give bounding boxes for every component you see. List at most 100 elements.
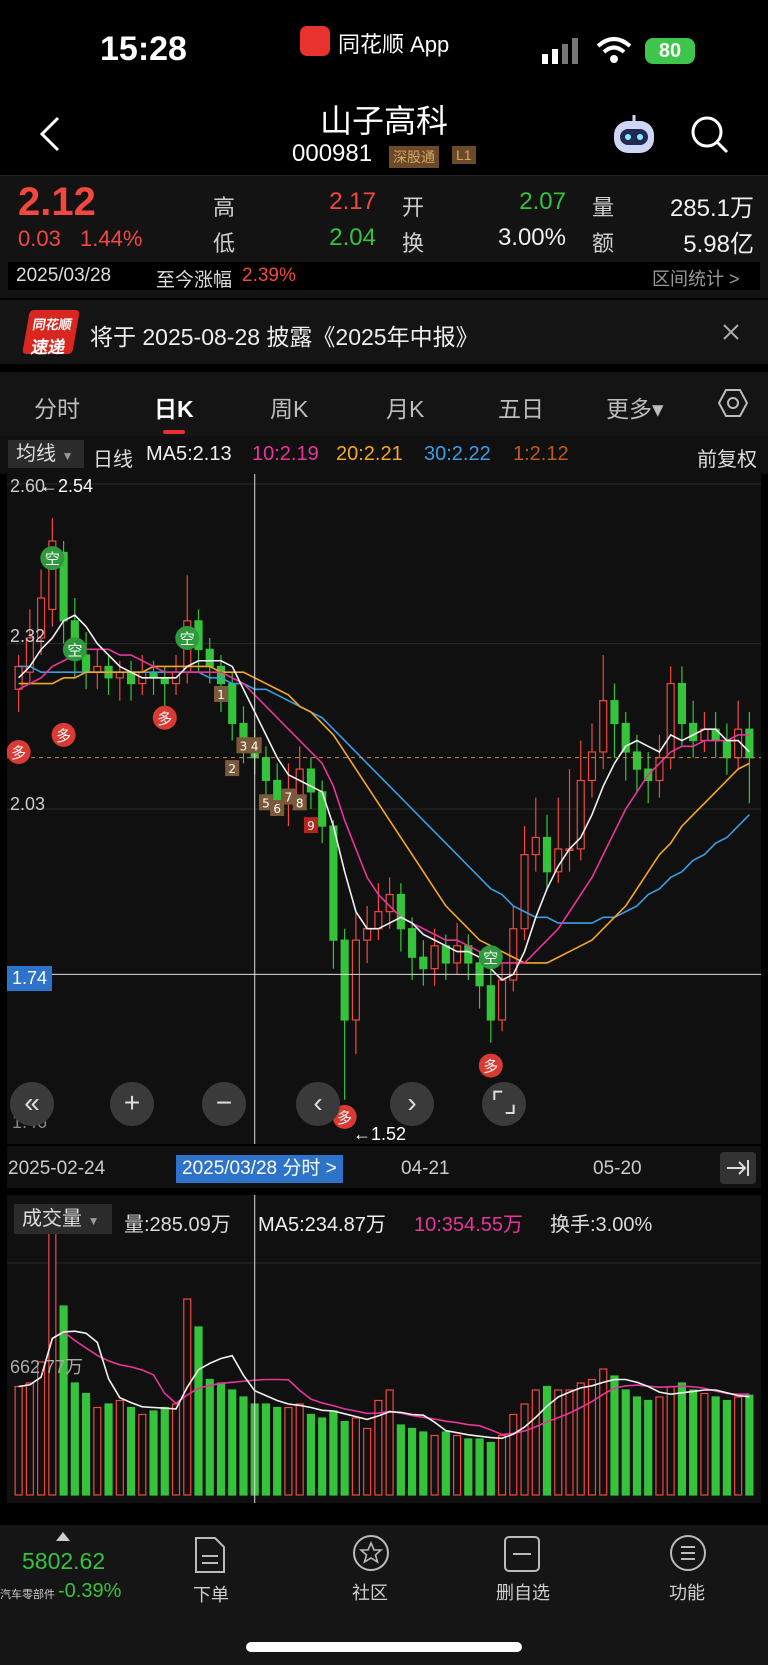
zoom-out-button[interactable]: − <box>202 1082 246 1126</box>
sequence-number: 6 <box>273 802 281 816</box>
volume-bar <box>700 1392 709 1496</box>
index-name: 汽车零部件 <box>0 1589 55 1601</box>
tab-daily-k[interactable]: 日K <box>154 390 194 424</box>
ma20-value: 20:2.21 <box>336 443 403 465</box>
expand-up-icon[interactable] <box>56 1532 70 1541</box>
candle-body <box>441 945 450 964</box>
shenzhen-connect-badge: 深股通 <box>389 146 439 168</box>
index-value[interactable]: 5802.62 <box>22 1548 105 1575</box>
nav-remove-watchlist[interactable]: 删自选 <box>496 1534 550 1605</box>
candle-body <box>363 928 372 941</box>
volume-indicator-selector[interactable]: 成交量 ▼ <box>14 1204 112 1234</box>
tab-monthly-k[interactable]: 月K <box>386 390 424 424</box>
ma5-value: MA5:2.13 <box>146 443 232 465</box>
candle-body <box>452 945 462 964</box>
volume-bar <box>722 1399 731 1496</box>
volume-bar <box>486 1441 495 1496</box>
close-icon[interactable] <box>722 323 740 341</box>
volume-bar <box>171 1403 181 1496</box>
candle-body <box>408 928 417 958</box>
amount-label: 额 <box>592 231 615 256</box>
nav-functions[interactable]: 功能 <box>669 1534 707 1605</box>
remove-watchlist-icon <box>504 1536 540 1572</box>
candle-body <box>542 836 552 873</box>
volume-bar <box>318 1417 327 1496</box>
volume-bar <box>70 1382 79 1496</box>
max-price-marker: ←2.54 <box>40 476 94 496</box>
tab-more[interactable]: 更多▾ <box>606 390 664 424</box>
volume-bar <box>475 1438 484 1496</box>
nav-community[interactable]: 社区 <box>352 1534 390 1605</box>
candle-body <box>610 700 619 725</box>
candle-body <box>149 671 158 679</box>
battery-icon: 80 <box>645 38 695 64</box>
price-change-pct: 1.44% <box>80 226 143 251</box>
fullscreen-button[interactable]: ⌜⌟ <box>482 1082 526 1126</box>
express-logo: 同花顺 速递 <box>22 310 80 357</box>
selected-date: 2025/03/28 <box>16 265 112 286</box>
sequence-number: 9 <box>307 819 315 833</box>
range-row[interactable] <box>8 262 760 290</box>
tab-intraday[interactable]: 分时 <box>34 390 80 424</box>
volume-value: 285.1万 <box>669 195 754 222</box>
volume-bar <box>677 1382 687 1496</box>
sequence-number: 8 <box>296 796 304 810</box>
cursor-date-button[interactable]: 2025/03/28 分时 > <box>176 1155 343 1183</box>
low-value: 2.04 <box>329 224 376 251</box>
zoom-out-far-button[interactable]: « <box>10 1082 54 1126</box>
volume-bar <box>385 1389 394 1496</box>
low-label: 低 <box>213 231 236 256</box>
high-value: 2.17 <box>329 188 376 215</box>
price-change: 0.03 <box>18 226 61 251</box>
kline-chart[interactable]: 多多多多多空空空空123456789 <box>7 474 761 1144</box>
ma-selector[interactable]: 均线 ▼ <box>8 440 84 468</box>
high-label: 高 <box>213 195 236 220</box>
move-left-button[interactable]: ‹ <box>296 1082 340 1126</box>
y-label-3: 2.03 <box>10 794 46 814</box>
order-document-icon <box>195 1537 225 1573</box>
volume-bar <box>711 1396 720 1496</box>
candle-body <box>531 836 540 856</box>
volume-bar <box>689 1389 698 1496</box>
range-stats-link[interactable]: 区间统计 > <box>652 265 740 291</box>
volume-bar <box>363 1427 372 1496</box>
announcement-text: 将于 2025-08-28 披露《2025年中报》 <box>90 324 479 350</box>
tab-weekly-k[interactable]: 周K <box>270 390 308 424</box>
search-icon[interactable] <box>690 115 730 155</box>
volume-bar <box>273 1406 282 1496</box>
volume-bar <box>104 1403 113 1496</box>
nav-order[interactable]: 下单 <box>193 1536 229 1607</box>
level-badge: L1 <box>452 146 476 164</box>
candle-body <box>587 751 597 782</box>
candle-body <box>115 671 124 679</box>
candle-body <box>329 825 338 941</box>
turnover-value: 3.00% <box>497 224 566 251</box>
signal-text: 多 <box>11 744 26 762</box>
move-right-button[interactable]: › <box>390 1082 434 1126</box>
candle-body <box>351 939 360 1021</box>
ma20-line <box>18 665 750 964</box>
robot-assistant-icon[interactable] <box>610 113 658 157</box>
volume-bar <box>37 1361 46 1496</box>
candle-body <box>261 757 271 782</box>
volume-bar <box>610 1375 619 1496</box>
zoom-in-button[interactable]: + <box>110 1082 154 1126</box>
settings-hexagon-icon[interactable] <box>717 388 749 418</box>
adjust-mode[interactable]: 前复权 <box>697 443 757 472</box>
jump-latest-icon[interactable] <box>720 1152 756 1184</box>
candle-body <box>599 700 608 753</box>
tab-five-day[interactable]: 五日 <box>498 390 544 424</box>
volume-bar <box>497 1434 507 1496</box>
volume-bar <box>115 1399 124 1496</box>
last-price: 2.12 <box>18 180 96 224</box>
candle-body <box>216 665 226 685</box>
volume-bar <box>228 1389 237 1496</box>
status-app-name[interactable]: 同花顺 App <box>338 27 449 59</box>
sequence-number: 3 <box>240 739 248 753</box>
signal-icon <box>542 38 578 64</box>
volume-ma10: 10:354.55万 <box>414 1214 523 1236</box>
candle-body <box>93 665 102 673</box>
signal-text: 空 <box>45 550 60 568</box>
candle-body <box>205 648 214 668</box>
volume-chart[interactable] <box>7 1195 761 1503</box>
